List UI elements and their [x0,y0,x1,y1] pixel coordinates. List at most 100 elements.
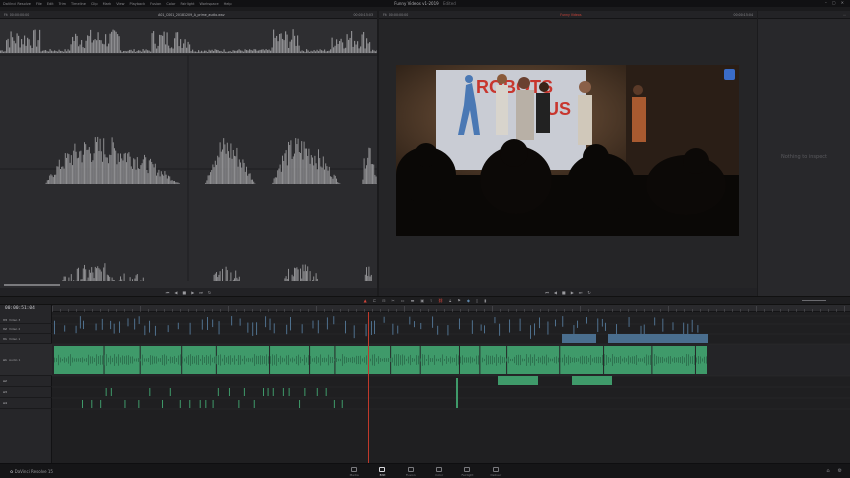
play-icon[interactable]: ▶ [571,290,574,295]
video-clip-marker [533,323,535,336]
audio-waveform-bar [584,356,585,364]
waveform-bar [274,37,276,53]
audio-waveform-bar [700,356,701,364]
waveform-bar [172,181,174,184]
page-tab-color[interactable]: Color [427,464,451,478]
viewer-canvas[interactable]: ROBOTS US [379,19,757,289]
track-header-v3[interactable]: V3 Video 3 [0,316,52,324]
home-icon[interactable]: ⌂ [826,468,829,474]
waveform-bar [133,49,135,53]
timeline-panel[interactable]: 00:00:51:04 V3 Video 3 V2 Video 2 V1 Vid… [0,305,850,463]
audio-waveform-bar [634,356,635,364]
audio-waveform-bar [168,358,169,362]
zoom-slider[interactable] [802,300,826,301]
page-tab-fusion[interactable]: Fusion [399,464,423,478]
waveform-bar [284,153,286,184]
skip-back-icon[interactable]: ⏮ [545,290,549,295]
waveform-bar [186,47,188,53]
program-timecode-left: 00:00:00:00 [388,12,409,17]
project-status: Edited [442,1,456,6]
waveform-bar [370,51,372,53]
waveform-bar [333,174,335,184]
page-tab-fairlight[interactable]: Fairlight [455,464,479,478]
program-zoom[interactable]: Fit [383,13,387,17]
skip-forward-icon[interactable]: ⏭ [579,290,583,295]
track-header-v2[interactable]: V2 Video 2 [0,324,52,334]
waveform-bar [153,167,155,184]
audio-waveform-display[interactable] [0,19,377,289]
timeline-tracks[interactable] [52,312,850,463]
replace-clip-icon[interactable]: ▣ [420,298,424,303]
playhead[interactable] [368,312,369,463]
position-lock-icon[interactable]: 🔒︎ [449,298,451,303]
waveform-bar [252,179,253,184]
loop-icon[interactable]: ↻ [208,290,211,295]
timeline-name[interactable]: Funny Videos [560,13,581,17]
video-clip-marker [167,325,169,333]
waveform-bar [374,174,376,184]
waveform-bar [157,172,159,184]
waveform-bar [176,182,178,184]
loop-icon[interactable]: ↻ [587,290,590,295]
stop-icon[interactable]: ■ [562,290,566,295]
source-viewer[interactable]: Fit 00:00:00:00 A01_C001_20181209_A_prim… [0,11,377,296]
waveform-bar [130,166,132,184]
waveform-bar [13,40,15,53]
dynamic-trim-icon[interactable]: ⊟ [382,298,385,303]
snapping-icon[interactable]: ⌇ [430,298,432,303]
waveform-bar [230,143,232,184]
page-tab-edit[interactable]: Edit [370,464,394,478]
audio-clip-marker [149,388,151,396]
linked-selection-icon[interactable]: ⛓ [438,298,443,303]
track-header-a4[interactable]: A4 [0,398,52,409]
audio-waveform-bar [558,357,559,363]
inspector-options-icon[interactable]: ⋯ [843,13,846,17]
blade-tool-icon[interactable]: ✂ [391,298,394,303]
waveform-bar [159,34,161,53]
audio-waveform-bar [208,356,209,364]
track-header-v1[interactable]: V1 Video 1 [0,334,52,344]
audio-waveform-bar [68,356,69,364]
track-header-a2[interactable]: A2 [0,376,52,387]
skip-forward-icon[interactable]: ⏭ [199,290,203,295]
insert-clip-icon[interactable]: ▭ [401,298,405,303]
timeline-timecode[interactable]: 00:00:51:04 [5,306,35,311]
waveform-bar [219,51,221,53]
play-reverse-icon[interactable]: ◀ [554,290,557,295]
audio-waveform-bar [304,354,305,366]
audio-clip-marker [110,388,112,396]
audio-clip-marker [267,388,269,396]
video-clip-marker [119,321,120,333]
skip-back-icon[interactable]: ⏮ [166,290,170,295]
audio-waveform-bar [66,358,67,362]
stop-icon[interactable]: ■ [182,290,186,295]
settings-icon[interactable]: ⚙ [838,468,842,474]
audio-waveform-bar [256,355,257,365]
minimize-icon[interactable]: – [825,0,827,5]
timeline-viewer[interactable]: Fit 00:00:00:00 Funny Videos 00:00:15:04 [379,11,757,296]
play-icon[interactable]: ▶ [191,290,194,295]
waveform-bar [333,47,335,53]
maximize-icon[interactable]: ▢ [832,0,836,5]
selection-tool-icon[interactable]: ▲ [364,298,367,303]
waveform-bar [130,49,132,53]
track-header-a3[interactable]: A3 [0,387,52,398]
audio-waveform-bar [140,358,141,362]
flag-icon[interactable]: ⚑ [457,298,461,303]
timeline-ruler[interactable] [52,305,850,312]
audio-waveform-bar [552,358,553,362]
trim-tool-icon[interactable]: ⊏ [373,298,376,303]
waveform-bar [242,159,244,184]
play-reverse-icon[interactable]: ◀ [174,290,177,295]
close-icon[interactable]: ✕ [841,0,844,5]
marker-icon[interactable]: ◆ [467,298,470,303]
source-zoom[interactable]: Fit [4,13,8,17]
page-tab-deliver[interactable]: Deliver [484,464,508,478]
waveform-bar [21,39,23,53]
zoom-full-icon[interactable]: ▯ [476,298,478,303]
overwrite-clip-icon[interactable]: ▬ [411,298,415,303]
page-tab-media[interactable]: Media [342,464,366,478]
track-header-a1[interactable]: A1 Audio 1 [0,344,52,376]
zoom-detail-icon[interactable]: ▮ [484,298,486,303]
audio-waveform-bar [650,355,651,365]
